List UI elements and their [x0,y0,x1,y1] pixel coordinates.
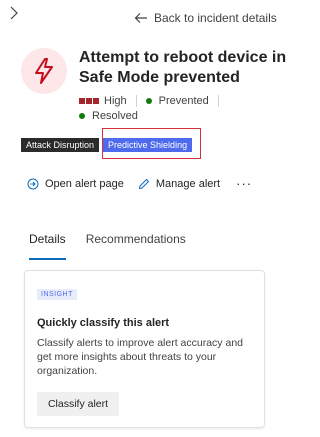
back-link-label: Back to incident details [154,11,277,25]
highlight-box [102,128,201,159]
insight-body: Classify alerts to improve alert accurac… [37,337,243,377]
tab-list: Details Recommendations [29,232,186,260]
tab-recommendations[interactable]: Recommendations [86,232,186,260]
insight-card: INSIGHT Quickly classify this alert Clas… [24,270,265,428]
classification-label: Resolved [92,110,138,122]
back-to-incident-link[interactable]: Back to incident details [134,11,277,25]
alert-meta: High Prevented Resolved [79,94,289,124]
insight-title: Quickly classify this alert [37,317,170,329]
open-circle-arrow-icon [27,178,39,190]
divider [135,95,137,107]
bolt-alert-icon [35,58,53,84]
classify-alert-button[interactable]: Classify alert [37,392,119,416]
classification-dot-icon [79,113,85,119]
alert-icon-circle [21,48,67,94]
status-label: Prevented [158,95,209,107]
manage-alert-label: Manage alert [155,178,221,190]
arrow-left-icon [134,13,147,23]
divider [217,95,219,107]
tab-details[interactable]: Details [29,232,66,260]
action-bar: Open alert page Manage alert ··· [27,177,252,190]
status-dot-icon [145,98,152,104]
open-alert-page-button[interactable]: Open alert page [27,178,124,190]
severity-label: High [104,95,127,107]
more-options-button[interactable]: ··· [236,177,252,190]
insight-badge: INSIGHT [37,289,77,300]
chevron-right-icon[interactable] [9,6,19,20]
open-alert-page-label: Open alert page [45,178,124,190]
alert-title: Attempt to reboot device in Safe Mode pr… [79,49,287,86]
tag-attack-disruption: Attack Disruption [21,138,100,152]
severity-bars-icon [79,98,99,104]
manage-alert-button[interactable]: Manage alert [138,178,220,190]
pencil-icon [138,178,150,190]
